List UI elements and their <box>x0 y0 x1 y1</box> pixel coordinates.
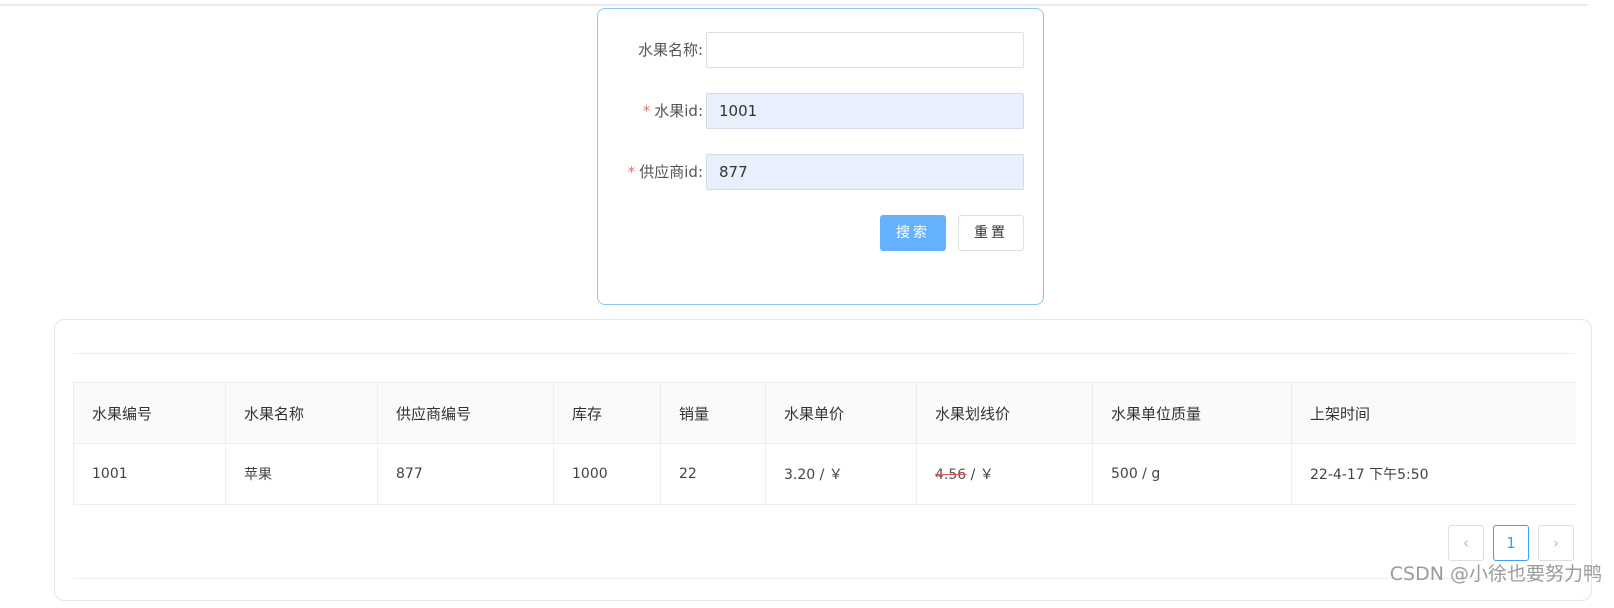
cell-fruit-id: 1001 <box>73 443 226 505</box>
form-row-fruit-name: 水果名称: <box>598 32 1045 68</box>
chevron-right-icon: › <box>1553 534 1559 552</box>
watermark: CSDN @小徐也要努力鸭 <box>1389 563 1602 585</box>
form-actions: 搜索 重置 <box>598 215 1045 251</box>
fruit-name-label: 水果名称: <box>637 41 703 59</box>
cell-unit-price: 3.20 / ￥ <box>765 443 917 505</box>
cell-listed-time: 22-4-17 下午5:50 <box>1291 443 1576 505</box>
column-header[interactable]: 水果划线价 <box>916 382 1093 444</box>
page-number-button[interactable]: 1 <box>1493 525 1529 561</box>
next-page-button[interactable]: › <box>1538 525 1574 561</box>
column-header[interactable]: 水果单价 <box>765 382 917 444</box>
fruit-id-label: * 水果id: <box>642 102 703 120</box>
chevron-left-icon: ‹ <box>1463 534 1469 552</box>
supplier-id-label: * 供应商id: <box>627 163 703 181</box>
cell-supplier-id: 877 <box>377 443 554 505</box>
column-header[interactable]: 上架时间 <box>1291 382 1576 444</box>
cell-list-price: 4.56 / ￥ <box>916 443 1093 505</box>
supplier-id-input[interactable] <box>706 154 1024 190</box>
cell-stock: 1000 <box>553 443 661 505</box>
fruit-id-input[interactable] <box>706 93 1024 129</box>
card-divider <box>73 578 1575 579</box>
list-price-suffix: / ￥ <box>966 467 994 483</box>
table-row[interactable]: 1001 苹果 877 1000 22 3.20 / ￥ 4.56 / ￥ 50… <box>73 443 1576 505</box>
fruit-name-input[interactable] <box>706 32 1024 68</box>
column-header[interactable]: 水果名称 <box>225 382 378 444</box>
search-form-card: 水果名称: *水果id: *供应商id: 搜索 重置 <box>597 8 1044 305</box>
search-button[interactable]: 搜索 <box>880 215 946 251</box>
column-header[interactable]: 水果编号 <box>73 382 226 444</box>
form-row-supplier-id: * 供应商id: <box>598 154 1045 190</box>
card-divider <box>73 353 1575 354</box>
cell-fruit-name: 苹果 <box>225 443 378 505</box>
form-row-fruit-id: * 水果id: <box>598 93 1045 129</box>
column-header[interactable]: 销量 <box>660 382 766 444</box>
prev-page-button[interactable]: ‹ <box>1448 525 1484 561</box>
top-divider <box>0 4 1588 6</box>
list-price-value: 4.56 <box>935 467 967 483</box>
fruit-table: 水果编号 水果名称 供应商编号 库存 销量 水果单价 水果划线价 水果单位质量 … <box>73 382 1576 505</box>
cell-sales: 22 <box>660 443 766 505</box>
results-card: 水果编号 水果名称 供应商编号 库存 销量 水果单价 水果划线价 水果单位质量 … <box>54 319 1592 601</box>
reset-button[interactable]: 重置 <box>958 215 1024 251</box>
column-header[interactable]: 库存 <box>553 382 661 444</box>
column-header[interactable]: 水果单位质量 <box>1092 382 1292 444</box>
cell-unit-weight: 500 / g <box>1092 443 1292 505</box>
table-header-row: 水果编号 水果名称 供应商编号 库存 销量 水果单价 水果划线价 水果单位质量 … <box>73 382 1576 444</box>
column-header[interactable]: 供应商编号 <box>377 382 554 444</box>
required-mark: * <box>627 163 636 181</box>
required-mark: * <box>642 102 651 120</box>
